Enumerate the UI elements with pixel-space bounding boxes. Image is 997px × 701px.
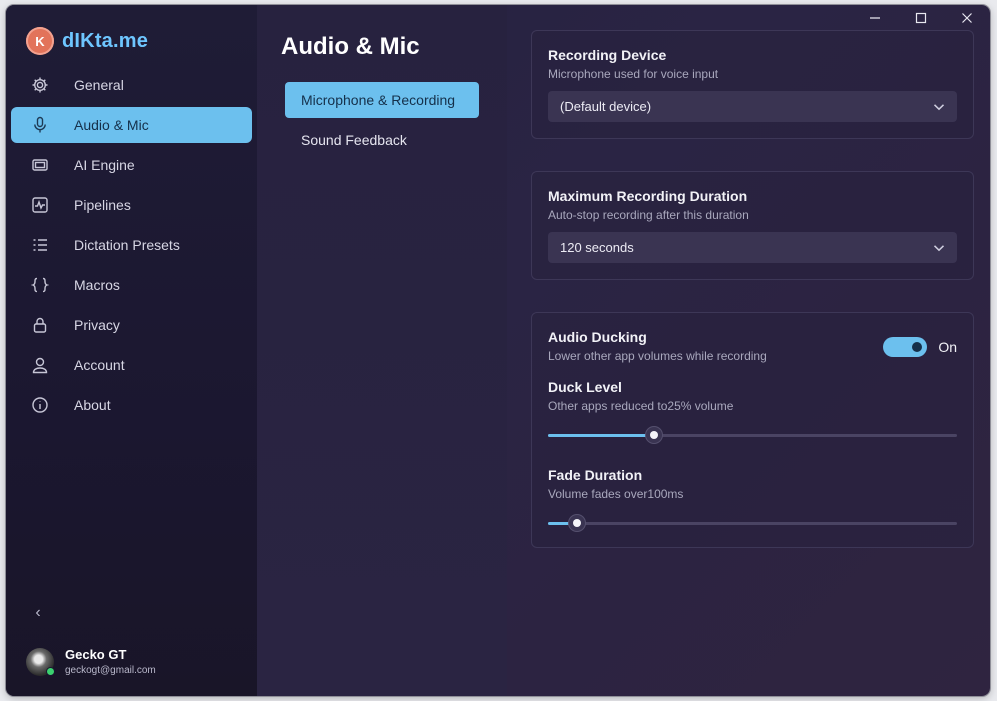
duck-level-subtitle: Other apps reduced to25% volume	[548, 399, 734, 413]
pulse-icon	[30, 195, 50, 215]
ducking-toggle[interactable]	[883, 337, 928, 357]
subnav-item-sound-feedback[interactable]: Sound Feedback	[285, 122, 479, 158]
lock-icon	[30, 315, 50, 335]
user-email: geckogt@gmail.com	[65, 665, 156, 676]
ducking-header: Audio Ducking Lower other app volumes wh…	[548, 329, 957, 363]
app-logo: K	[26, 27, 54, 55]
chevron-down-icon	[933, 240, 945, 255]
app-name: dIKta.me	[62, 29, 149, 52]
card-title: Recording Device	[548, 47, 667, 63]
sidebar-item-label: Dictation Presets	[74, 237, 180, 253]
sidebar-nav: General Audio & Mic AI Engine Pipelines	[11, 67, 252, 427]
sidebar-item-pipelines[interactable]: Pipelines	[11, 187, 252, 223]
audio-ducking-card: Audio Ducking Lower other app volumes wh…	[531, 312, 974, 548]
sidebar-item-label: Audio & Mic	[74, 117, 149, 133]
select-value: 120 seconds	[560, 240, 634, 255]
recording-device-select[interactable]: (Default device)	[548, 91, 957, 122]
card-title: Maximum Recording Duration	[548, 188, 748, 204]
slider-fill	[548, 434, 655, 437]
sidebar-item-label: Macros	[74, 277, 120, 293]
minimize-icon	[869, 11, 881, 29]
list-icon	[30, 235, 50, 255]
slider-track	[548, 522, 957, 525]
card-subtitle: Lower other app volumes while recording	[548, 349, 767, 363]
settings-content: Recording Device Microphone used for voi…	[531, 30, 974, 580]
sidebar-item-audio-mic[interactable]: Audio & Mic	[11, 107, 252, 143]
card-title: Audio Ducking	[548, 329, 647, 345]
gear-icon	[30, 75, 50, 95]
fade-duration-subtitle: Volume fades over100ms	[548, 487, 684, 501]
user-info: Gecko GT geckogt@gmail.com	[65, 647, 156, 676]
section-nav-panel: Audio & Mic Microphone & Recording Sound…	[257, 5, 507, 696]
slider-thumb[interactable]	[646, 427, 663, 443]
close-icon	[961, 11, 973, 29]
chevron-down-icon	[933, 99, 945, 114]
user-name: Gecko GT	[65, 647, 127, 662]
recording-device-card: Recording Device Microphone used for voi…	[531, 30, 974, 139]
card-subtitle: Auto-stop recording after this duration	[548, 208, 749, 222]
person-icon	[30, 355, 50, 375]
close-button[interactable]	[944, 5, 990, 35]
fade-duration-title: Fade Duration	[548, 467, 643, 483]
slider-thumb[interactable]	[568, 515, 585, 531]
avatar	[26, 647, 55, 676]
user-profile[interactable]: Gecko GT geckogt@gmail.com	[26, 647, 156, 676]
max-duration-card: Maximum Recording Duration Auto-stop rec…	[531, 171, 974, 280]
maximize-button[interactable]	[898, 5, 944, 35]
sidebar-item-dictation-presets[interactable]: Dictation Presets	[11, 227, 252, 263]
duck-level-section: Duck Level Other apps reduced to25% volu…	[548, 379, 957, 443]
braces-icon	[30, 275, 50, 295]
maximize-icon	[915, 11, 927, 29]
page-title: Audio & Mic	[281, 33, 420, 60]
sidebar-item-macros[interactable]: Macros	[11, 267, 252, 303]
info-icon	[30, 395, 50, 415]
chip-icon	[30, 155, 50, 175]
duck-level-slider[interactable]	[548, 427, 957, 443]
fade-duration-section: Fade Duration Volume fades over100ms	[548, 467, 957, 531]
app-window: K dIKta.me General Audio & Mic AI Engine…	[6, 5, 990, 696]
subnav-item-microphone-recording[interactable]: Microphone & Recording	[285, 82, 479, 118]
duck-level-title: Duck Level	[548, 379, 622, 395]
card-subtitle: Microphone used for voice input	[548, 67, 719, 81]
sidebar-item-privacy[interactable]: Privacy	[11, 307, 252, 343]
sidebar-item-label: AI Engine	[74, 157, 135, 173]
collapse-sidebar-button[interactable]: ‹	[30, 604, 46, 621]
sidebar-item-general[interactable]: General	[11, 67, 252, 103]
sidebar: K dIKta.me General Audio & Mic AI Engine…	[6, 5, 257, 696]
sidebar-item-ai-engine[interactable]: AI Engine	[11, 147, 252, 183]
section-nav: Microphone & Recording Sound Feedback	[285, 82, 479, 162]
brand: K dIKta.me	[26, 27, 148, 55]
sidebar-item-account[interactable]: Account	[11, 347, 252, 383]
window-controls	[852, 5, 990, 35]
sidebar-item-about[interactable]: About	[11, 387, 252, 423]
microphone-icon	[30, 115, 50, 135]
minimize-button[interactable]	[852, 5, 898, 35]
sidebar-item-label: Account	[74, 357, 125, 373]
sidebar-item-label: About	[74, 397, 111, 413]
max-duration-select[interactable]: 120 seconds	[548, 232, 957, 263]
online-status-dot	[46, 666, 55, 676]
sidebar-item-label: Pipelines	[74, 197, 131, 213]
toggle-state-label: On	[938, 339, 957, 355]
sidebar-item-label: Privacy	[74, 317, 120, 333]
fade-duration-slider[interactable]	[548, 515, 957, 531]
toggle-knob	[912, 342, 923, 352]
sidebar-item-label: General	[74, 77, 124, 93]
select-value: (Default device)	[560, 99, 652, 114]
ducking-toggle-group: On	[883, 337, 957, 357]
